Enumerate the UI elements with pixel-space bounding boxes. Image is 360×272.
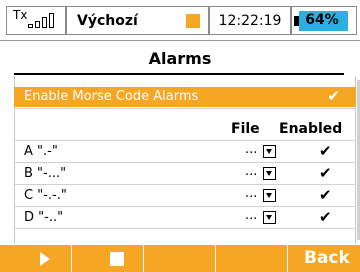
- title-divider: [14, 73, 344, 75]
- divider: [14, 206, 356, 207]
- tx-signal-indicator: Tx: [6, 6, 66, 35]
- alarm-row-d[interactable]: D "-.." ... ✔: [14, 208, 356, 228]
- stop-icon: [110, 252, 124, 266]
- enable-morse-alarms-row[interactable]: Enable Morse Code Alarms ✔: [14, 87, 356, 107]
- file-dropdown-icon[interactable]: [263, 145, 276, 158]
- model-name-box[interactable]: Výchozí: [66, 6, 209, 35]
- alarm-name: B "-...": [24, 166, 67, 181]
- alarm-enabled-check-icon[interactable]: ✔: [319, 164, 332, 182]
- tx-label: Tx: [13, 8, 28, 22]
- back-label: Back: [304, 248, 350, 268]
- back-button[interactable]: Back: [288, 245, 360, 272]
- alarm-file-value[interactable]: ...: [245, 142, 257, 157]
- play-icon: [40, 252, 50, 266]
- enable-morse-alarms-label: Enable Morse Code Alarms: [24, 89, 199, 104]
- model-status-indicator: [186, 14, 200, 28]
- stop-button[interactable]: [72, 245, 144, 272]
- divider: [14, 108, 356, 109]
- file-dropdown-icon[interactable]: [263, 189, 276, 202]
- status-bar: Tx Výchozí 12:22:19 64%: [0, 0, 360, 41]
- alarm-file-value[interactable]: ...: [245, 164, 257, 179]
- alarm-name: A ".-": [24, 144, 58, 159]
- clock: 12:22:19: [209, 6, 291, 35]
- alarm-name: C "-.-.": [24, 188, 67, 203]
- divider: [14, 228, 356, 229]
- divider: [14, 162, 356, 163]
- softkey-4-empty[interactable]: [216, 245, 288, 272]
- alarm-row-c[interactable]: C "-.-." ... ✔: [14, 186, 356, 206]
- alarm-enabled-check-icon[interactable]: ✔: [319, 186, 332, 204]
- alarm-file-value[interactable]: ...: [245, 186, 257, 201]
- alarm-row-a[interactable]: A ".-" ... ✔: [14, 142, 356, 162]
- alarm-name: D "-..": [24, 210, 64, 225]
- enable-morse-alarms-check-icon[interactable]: ✔: [327, 87, 340, 105]
- battery-indicator: 64%: [291, 6, 357, 35]
- signal-bars-icon: [28, 13, 54, 28]
- play-button[interactable]: [0, 245, 72, 272]
- clock-time: 12:22:19: [218, 12, 282, 29]
- alarm-enabled-check-icon[interactable]: ✔: [319, 142, 332, 160]
- page-title: Alarms: [148, 49, 212, 68]
- battery-percent: 64%: [305, 12, 339, 28]
- column-header-enabled: Enabled: [279, 121, 343, 137]
- divider: [14, 140, 356, 141]
- divider: [14, 184, 356, 185]
- model-name: Výchozí: [77, 12, 138, 29]
- softkey-bar: Back: [0, 245, 360, 272]
- alarm-enabled-check-icon[interactable]: ✔: [319, 208, 332, 226]
- column-header-file: File: [231, 121, 260, 137]
- alarm-row-b[interactable]: B "-..." ... ✔: [14, 164, 356, 184]
- file-dropdown-icon[interactable]: [263, 211, 276, 224]
- softkey-3-empty[interactable]: [144, 245, 216, 272]
- alarm-file-value[interactable]: ...: [245, 208, 257, 223]
- file-dropdown-icon[interactable]: [263, 167, 276, 180]
